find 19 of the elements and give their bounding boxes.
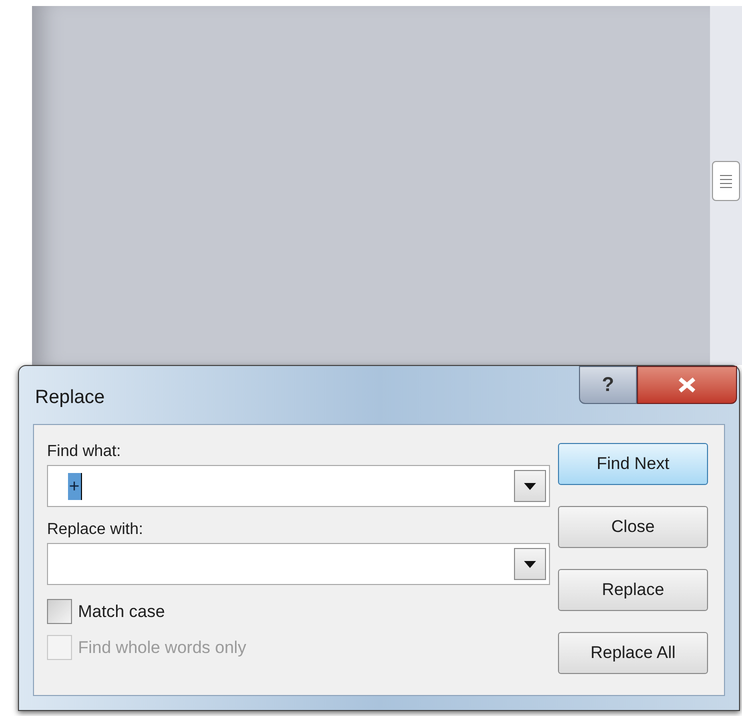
field-value: + xyxy=(68,472,82,500)
checkbox-label: Match case xyxy=(78,601,165,623)
dialog-button[interactable]: Replace xyxy=(558,569,708,611)
checkbox-label: Find whole words only xyxy=(78,636,246,658)
dialog-button[interactable]: Find Next xyxy=(558,443,708,485)
close-icon xyxy=(677,377,697,393)
scroll-thumb-icon[interactable] xyxy=(712,161,740,201)
dropdown-icon[interactable] xyxy=(514,548,546,580)
combo-field[interactable] xyxy=(47,543,550,585)
help-button[interactable]: ? xyxy=(579,366,637,404)
combo-field[interactable]: + xyxy=(47,465,550,507)
dropdown-icon[interactable] xyxy=(514,470,546,502)
window-title: Replace xyxy=(35,386,105,410)
close-button[interactable] xyxy=(637,366,737,404)
field-label: Find what: xyxy=(47,442,122,462)
field-label: Replace with: xyxy=(47,520,144,540)
checkbox[interactable] xyxy=(47,599,72,624)
dialog-button[interactable]: Close xyxy=(558,506,708,548)
dialog-button[interactable]: Replace All xyxy=(558,632,708,674)
